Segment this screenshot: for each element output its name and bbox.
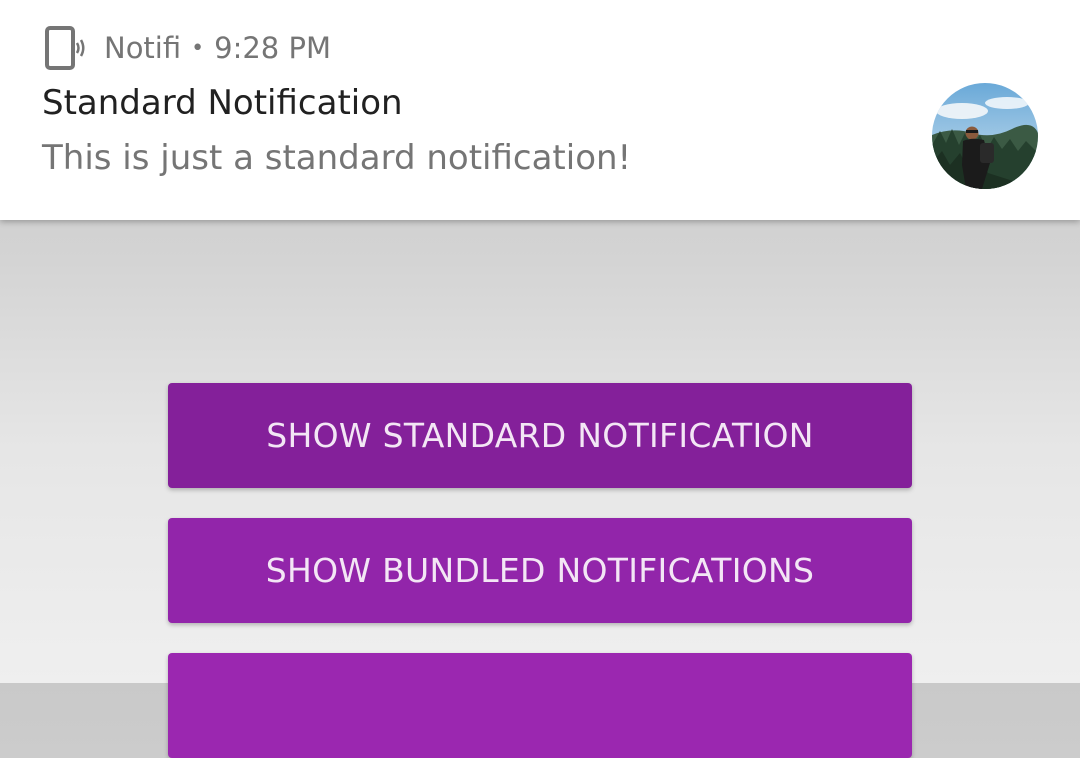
header-separator: • xyxy=(191,35,205,61)
notification-header: Notifi • 9:28 PM xyxy=(42,26,331,70)
notification-text: This is just a standard notification! xyxy=(42,138,632,178)
avatar xyxy=(932,83,1038,189)
show-standard-notification-button[interactable]: SHOW STANDARD NOTIFICATION xyxy=(168,383,912,488)
show-bundled-notifications-button[interactable]: SHOW BUNDLED NOTIFICATIONS xyxy=(168,518,912,623)
phone-vibrate-icon xyxy=(42,26,86,70)
app-name: Notifi xyxy=(104,31,182,65)
third-button-partial[interactable] xyxy=(168,653,912,758)
notification-card[interactable]: Notifi • 9:28 PM Standard Notification T… xyxy=(0,0,1080,220)
notification-title: Standard Notification xyxy=(42,83,403,123)
notification-time: 9:28 PM xyxy=(214,31,331,65)
